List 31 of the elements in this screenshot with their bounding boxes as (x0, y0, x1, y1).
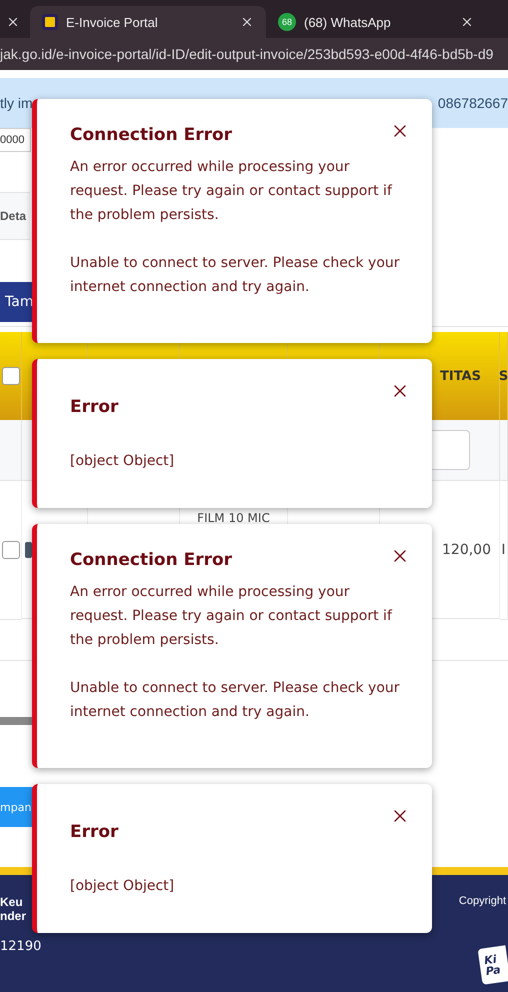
toast-message: Unable to connect to server. Please check your internet connection and try again. (70, 679, 401, 722)
tab-title: (68) WhatsApp (304, 14, 392, 30)
toast-message: Unable to connect to server. Please check your internet connection and try again. (70, 254, 401, 297)
notification-badge: 68 (278, 13, 296, 31)
input-field[interactable]: 0000 (0, 128, 31, 152)
toast-message: An error occurred while processing your request. Please try again or contact support if the problem persists. (70, 583, 394, 650)
address-bar[interactable]: jak.go.id/e-invoice-portal/id-ID/edit-output-invoice/253bd593-e00d-4f46-bd5b-d9 (0, 38, 508, 70)
toast-message: [object Object] (70, 452, 176, 471)
browser-tab[interactable]: 68 (68) WhatsApp (266, 6, 486, 38)
url-text: jak.go.id/e-invoice-portal/id-ID/edit-output-invoice/253bd593-e00d-4f46-bd5b-d9 (0, 46, 494, 62)
toast-message: An error occurred while processing your request. Please try again or contact support if the problem persists. (70, 158, 394, 225)
cell-text: I (501, 542, 506, 558)
browser-tab[interactable]: E-Invoice Portal (30, 6, 266, 38)
banner-text: 086782667 (438, 95, 508, 111)
tab-title: E-Invoice Portal (66, 14, 159, 30)
footer-text: 12190 (0, 939, 42, 954)
toast-title: Error (70, 822, 120, 842)
quantity-text: 120,00 (442, 542, 491, 558)
column-header: TITAS (440, 368, 481, 384)
toast-message: [object Object] (70, 877, 176, 896)
footer-text: nder (0, 909, 28, 923)
item-text: FILM 10 MIC (197, 512, 270, 525)
column-header: S (498, 368, 508, 384)
footer-text: Keu (0, 895, 24, 909)
section-tab[interactable]: Deta (0, 192, 30, 240)
toast-title: Error (70, 397, 120, 417)
banner-text: tly im (0, 95, 33, 111)
copyright-text: Copyright (458, 895, 506, 907)
toast-title: Connection Error (70, 125, 234, 145)
footer-logo: Ki Pa (478, 945, 508, 985)
toast-title: Connection Error (70, 550, 234, 570)
